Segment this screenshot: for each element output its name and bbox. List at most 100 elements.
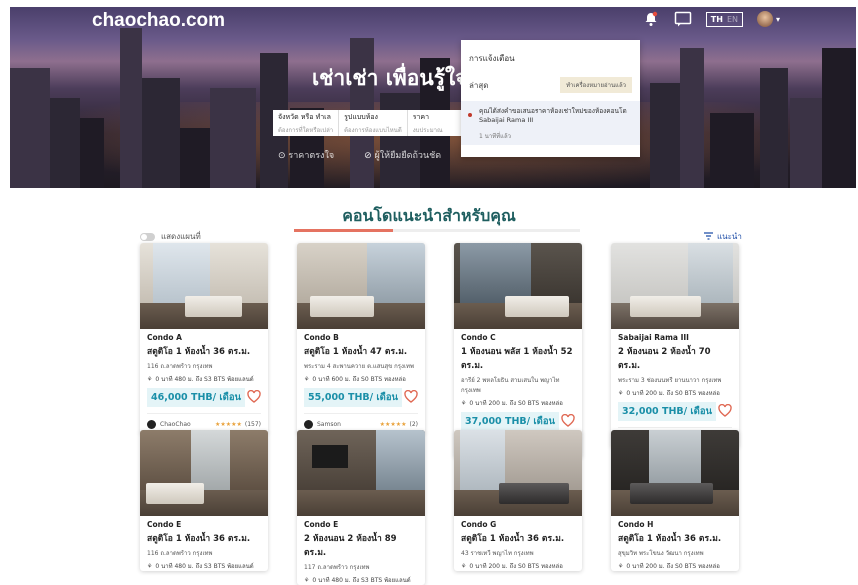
listing-address: 116 ถ.ลาดพร้าว กรุงเทพ xyxy=(147,550,213,557)
listing-price: 37,000 THB/ เดือน xyxy=(461,412,560,431)
transit-icon: ⚘ xyxy=(147,375,153,383)
search-location[interactable]: จังหวัด หรือ ทำเล ต้องการที่ใดหรือเปล่า xyxy=(273,110,340,136)
listing-transit: ⚘ 0 นาที 480 ม. ถึง S3 BTS พ้อยแลนด์ xyxy=(304,576,411,585)
listing-card[interactable]: Condo G สตูดิโอ 1 ห้องน้ำ 36 ตร.ม. 43 รา… xyxy=(454,430,582,571)
filter-trust[interactable]: ⊘ ผู้ให้ยืมยืดถ้วนชัด xyxy=(364,148,441,162)
recent-label: ล่าสุด xyxy=(469,80,489,90)
site-logo[interactable]: chaochao.com xyxy=(92,10,225,32)
listing-name: Condo G xyxy=(461,520,497,529)
listing-price: 55,000 THB/ เดือน xyxy=(304,388,403,407)
transit-icon: ⚘ xyxy=(304,375,310,383)
listing-transit: ⚘ 0 นาที 200 ม. ถึง S0 BTS ทองหล่อ xyxy=(618,562,720,571)
listing-photo[interactable] xyxy=(611,243,739,329)
heart-icon[interactable] xyxy=(404,388,418,407)
heart-icon[interactable] xyxy=(718,402,732,421)
language-switcher[interactable]: TH EN xyxy=(705,11,743,27)
transit-icon: ⚘ xyxy=(147,562,153,570)
listing-name: Condo E xyxy=(304,520,339,529)
listing-card[interactable]: Condo E สตูดิโอ 1 ห้องน้ำ 36 ตร.ม. 116 ถ… xyxy=(140,430,268,571)
listing-type: สตูดิโอ 1 ห้องน้ำ 36 ตร.ม. xyxy=(147,534,251,544)
listing-type: 2 ห้องนอน 2 ห้องน้ำ 70 ตร.ม. xyxy=(618,347,711,371)
owner-avatar xyxy=(147,420,156,429)
listing-type: สตูดิโอ 1 ห้องน้ำ 36 ตร.ม. xyxy=(147,347,251,357)
transit-icon: ⚘ xyxy=(618,562,624,570)
transit-icon: ⚘ xyxy=(304,576,310,584)
transit-icon: ⚘ xyxy=(461,562,467,570)
listing-address: พระราม 3 ช่องนนทรี ยานนาวา กรุงเทพ xyxy=(618,377,722,384)
rating-stars: ★★★★★ xyxy=(379,421,407,428)
notification-dropdown: การแจ้งเตือน ล่าสุด ทำเครื่องหมายอ่านแล้… xyxy=(461,40,640,157)
listing-name: Sabaijai Rama III xyxy=(618,333,689,342)
listing-type: 2 ห้องนอน 2 ห้องน้ำ 89 ตร.ม. xyxy=(304,534,397,558)
notification-title: การแจ้งเตือน xyxy=(469,54,515,63)
unread-dot-icon xyxy=(468,113,472,117)
listing-photo[interactable] xyxy=(611,430,739,516)
listing-photo[interactable] xyxy=(297,243,425,329)
listing-price: 32,000 THB/ เดือน xyxy=(618,402,717,421)
listing-card[interactable]: Condo H สตูดิโอ 1 ห้องน้ำ 36 ตร.ม. สุขุม… xyxy=(611,430,739,571)
filter-price[interactable]: ⊙ ราคาตรงใจ xyxy=(278,148,334,162)
listing-transit: ⚘ 0 นาที 200 ม. ถึง S0 BTS ทองหล่อ xyxy=(461,562,563,571)
map-toggle[interactable]: แสดงแผนที่ xyxy=(140,230,201,243)
listing-card[interactable]: Condo C 1 ห้องนอน พลัส 1 ห้องน้ำ 52 ตร.ม… xyxy=(454,243,582,458)
owner-name[interactable]: ChaoChao xyxy=(160,421,191,428)
notification-item[interactable]: คุณได้ส่งคำขอเสนอราคาห้องเช่าใหม่ของห้อง… xyxy=(461,101,640,145)
listing-address: 117 ถ.ลาดพร้าว กรุงเทพ xyxy=(304,564,370,571)
sort-button[interactable]: แนะนำ xyxy=(704,230,742,243)
listing-photo[interactable] xyxy=(454,430,582,516)
listing-price: 46,000 THB/ เดือน xyxy=(147,388,246,407)
listing-name: Condo H xyxy=(618,520,654,529)
transit-icon: ⚘ xyxy=(461,399,467,407)
listing-address: 116 ถ.ลาดพร้าว กรุงเทพ xyxy=(147,363,213,370)
heart-icon[interactable] xyxy=(561,412,575,431)
section-underline xyxy=(294,229,580,232)
lang-en[interactable]: EN xyxy=(727,15,738,24)
listing-address: 43 ราชเทวี พญาไท กรุงเทพ xyxy=(461,550,534,557)
chevron-down-icon: ▾ xyxy=(775,14,780,24)
listing-card[interactable]: Condo B สตูดิโอ 1 ห้องน้ำ 47 ตร.ม. พระรา… xyxy=(297,243,425,434)
rating-stars: ★★★★★ xyxy=(214,421,242,428)
search-price[interactable]: ราคา งบประมาณ xyxy=(408,110,448,136)
listing-photo[interactable] xyxy=(140,243,268,329)
listing-address: อารีย์ 2 พหลโยธิน สามเสนใน พญาไท กรุงเทพ xyxy=(461,377,560,394)
listing-name: Condo A xyxy=(147,333,182,342)
listing-type: สตูดิโอ 1 ห้องน้ำ 36 ตร.ม. xyxy=(461,534,565,544)
filter-icon xyxy=(704,231,713,242)
listing-type: 1 ห้องนอน พลัส 1 ห้องน้ำ 52 ตร.ม. xyxy=(461,347,573,371)
listing-transit: ⚘ 0 นาที 600 ม. ถึง S0 BTS ทองหล่อ xyxy=(304,375,406,384)
search-room-type[interactable]: รูปแบบห้อง ต้องการห้องแบบไหนดี xyxy=(339,110,408,136)
mark-all-read-button[interactable]: ทำเครื่องหมายอ่านแล้ว xyxy=(560,77,632,93)
listing-name: Condo B xyxy=(304,333,339,342)
owner-avatar xyxy=(304,420,313,429)
toggle-switch[interactable] xyxy=(140,232,155,241)
search-bar[interactable]: จังหวัด หรือ ทำเล ต้องการที่ใดหรือเปล่า ร… xyxy=(273,110,463,136)
listing-address: สุขุมวิท พระโขนง วัฒนา กรุงเทพ xyxy=(618,550,704,557)
listing-name: Condo C xyxy=(461,333,496,342)
listing-type: สตูดิโอ 1 ห้องน้ำ 47 ตร.ม. xyxy=(304,347,408,357)
top-nav-icons: TH EN ▾ xyxy=(642,10,780,28)
listing-card[interactable]: Condo A สตูดิโอ 1 ห้องน้ำ 36 ตร.ม. 116 ถ… xyxy=(140,243,268,434)
listing-transit: ⚘ 0 นาที 480 ม. ถึง S3 BTS พ้อยแลนด์ xyxy=(147,375,254,384)
listing-transit: ⚘ 0 นาที 200 ม. ถึง S0 BTS ทองหล่อ xyxy=(461,399,563,408)
hero-filters: ⊙ ราคาตรงใจ ⊘ ผู้ให้ยืมยืดถ้วนชัด xyxy=(278,148,441,162)
listing-photo[interactable] xyxy=(297,430,425,516)
review-count: (2) xyxy=(409,421,419,428)
section-title: คอนโดแนะนำสำหรับคุณ xyxy=(342,206,516,225)
listing-transit: ⚘ 0 นาที 200 ม. ถึง S0 BTS ทองหล่อ xyxy=(618,389,720,398)
user-menu[interactable]: ▾ xyxy=(756,11,780,27)
listing-address: พระราม 4 สะพานควาย ต.แสนสุข กรุงเทพ xyxy=(304,363,414,370)
owner-name[interactable]: Samson xyxy=(317,421,341,428)
heart-icon[interactable] xyxy=(247,388,261,407)
listing-transit: ⚘ 0 นาที 480 ม. ถึง S3 BTS พ้อยแลนด์ xyxy=(147,562,254,571)
chat-icon[interactable] xyxy=(674,10,692,28)
hero-title: เช่าเช่า เพื่อนรู้ใจ xyxy=(312,66,468,90)
transit-icon: ⚘ xyxy=(618,389,624,397)
listing-type: สตูดิโอ 1 ห้องน้ำ 36 ตร.ม. xyxy=(618,534,722,544)
lang-th[interactable]: TH xyxy=(711,15,723,24)
bell-icon[interactable] xyxy=(642,10,660,28)
avatar xyxy=(756,11,773,27)
listing-card[interactable]: Sabaijai Rama III 2 ห้องนอน 2 ห้องน้ำ 70… xyxy=(611,243,739,448)
listing-photo[interactable] xyxy=(140,430,268,516)
listing-photo[interactable] xyxy=(454,243,582,329)
review-count: (157) xyxy=(244,421,261,428)
